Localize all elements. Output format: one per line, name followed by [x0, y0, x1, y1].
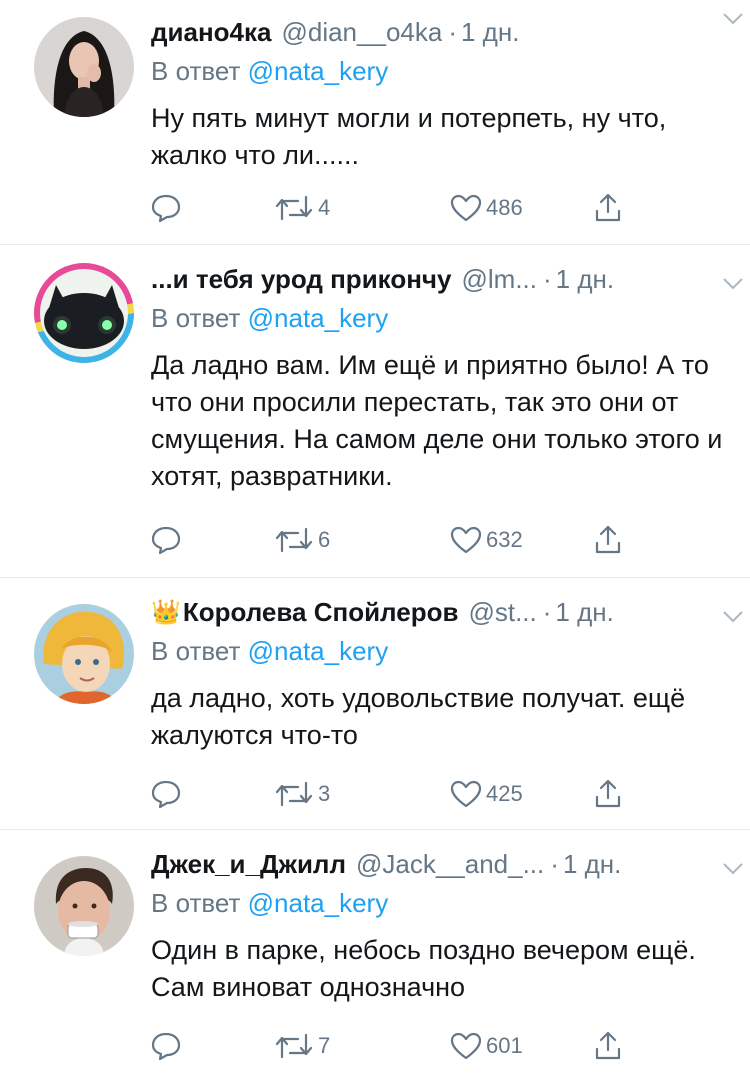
display-name[interactable]: ...и тебя урод прикончу [151, 264, 452, 295]
share-button[interactable] [592, 1026, 624, 1066]
tweet-header: 👑 Королева Спойлеров @st... · 1 дн. [151, 594, 728, 630]
tweet-body: Джек_и_Джилл @Jack__and_... · 1 дн. В от… [151, 846, 728, 1006]
retweet-button[interactable]: 4 [274, 188, 330, 228]
reply-button[interactable] [150, 774, 182, 814]
share-icon [595, 525, 621, 554]
reply-icon [151, 526, 181, 555]
like-count: 601 [486, 1033, 523, 1058]
username[interactable]: @Jack__and_... [356, 849, 544, 880]
share-button[interactable] [592, 520, 624, 560]
retweet-count: 7 [318, 1033, 331, 1058]
like-count: 486 [486, 195, 523, 220]
tweet-text: Один в парке, небось поздно вечером ещё.… [151, 935, 696, 1002]
share-icon [595, 779, 621, 808]
tweet-body: диано4ка @dian__o4ka · 1 дн. В ответ @na… [151, 14, 728, 174]
share-button[interactable] [592, 188, 624, 228]
heart-icon [450, 194, 482, 222]
username[interactable]: @st... [468, 597, 536, 628]
reply-icon [151, 780, 181, 809]
retweet-icon [275, 527, 313, 553]
reply-icon [151, 1032, 181, 1061]
timestamp[interactable]: 1 дн. [556, 264, 614, 295]
heart-icon [450, 526, 482, 554]
tweet-actions: 7 601 [150, 1026, 680, 1066]
separator-dot: · [448, 16, 457, 47]
reply-context: В ответ @nata_kery [151, 886, 728, 920]
like-count: 632 [486, 527, 523, 552]
reply-mention-link[interactable]: @nata_kery [248, 56, 389, 86]
retweet-icon [275, 781, 313, 807]
reply-context: В ответ @nata_kery [151, 301, 728, 335]
reply-prefix: В ответ [151, 56, 241, 86]
retweet-icon [275, 1033, 313, 1059]
timestamp[interactable]: 1 дн. [563, 849, 621, 880]
tweet-actions: 4 486 [150, 188, 680, 228]
tweet-header: диано4ка @dian__o4ka · 1 дн. [151, 14, 728, 50]
tweet-body: ...и тебя урод прикончу @lm... · 1 дн. В… [151, 261, 728, 495]
chevron-down-icon[interactable] [722, 12, 744, 31]
retweet-count: 6 [318, 527, 331, 552]
share-icon [595, 1031, 621, 1060]
display-name[interactable]: Королева Спойлеров [183, 597, 459, 628]
heart-icon [450, 780, 482, 808]
share-icon [595, 193, 621, 222]
reply-prefix: В ответ [151, 636, 241, 666]
timestamp[interactable]: 1 дн. [461, 17, 519, 48]
tweet-3[interactable]: 👑 Королева Спойлеров @st... · 1 дн. В от… [0, 578, 750, 830]
retweet-count: 3 [318, 781, 331, 806]
retweet-button[interactable]: 6 [274, 520, 330, 560]
tweet-header: Джек_и_Джилл @Jack__and_... · 1 дн. [151, 846, 728, 882]
like-button[interactable]: 425 [450, 774, 523, 814]
display-name[interactable]: диано4ка [151, 17, 271, 48]
reply-mention-link[interactable]: @nata_kery [248, 888, 389, 918]
avatar[interactable] [34, 604, 134, 704]
display-name[interactable]: Джек_и_Джилл [151, 849, 346, 880]
avatar[interactable] [34, 17, 134, 117]
crown-emoji: 👑 [151, 598, 181, 626]
avatar[interactable] [34, 263, 134, 363]
reply-prefix: В ответ [151, 888, 241, 918]
reply-button[interactable] [150, 1026, 182, 1066]
reply-context: В ответ @nata_kery [151, 634, 728, 668]
tweet-text: Ну пять минут могли и потерпеть, ну что,… [151, 103, 667, 170]
tweet-text: да ладно, хоть удовольствие получат. ещё… [151, 683, 686, 750]
like-count: 425 [486, 781, 523, 806]
separator-dot: · [542, 596, 552, 627]
reply-button[interactable] [150, 188, 182, 228]
chevron-down-icon[interactable] [722, 610, 744, 629]
like-button[interactable]: 601 [450, 1026, 523, 1066]
retweet-button[interactable]: 3 [274, 774, 330, 814]
tweet-text: Да ладно вам. Им ещё и приятно было! А т… [151, 350, 723, 491]
retweet-icon [275, 195, 313, 221]
tweet-header: ...и тебя урод прикончу @lm... · 1 дн. [151, 261, 728, 297]
retweet-button[interactable]: 7 [274, 1026, 330, 1066]
tweet-actions: 3 425 [150, 774, 680, 814]
tweet-1[interactable]: диано4ка @dian__o4ka · 1 дн. В ответ @na… [0, 0, 750, 245]
tweet-4[interactable]: Джек_и_Джилл @Jack__and_... · 1 дн. В от… [0, 830, 750, 1076]
tweet-body: 👑 Королева Спойлеров @st... · 1 дн. В от… [151, 594, 728, 754]
share-button[interactable] [592, 774, 624, 814]
username[interactable]: @lm... [462, 264, 538, 295]
like-button[interactable]: 632 [450, 520, 523, 560]
separator-dot: · [543, 263, 552, 294]
retweet-count: 4 [318, 195, 331, 220]
avatar[interactable] [34, 856, 134, 956]
separator-dot: · [550, 848, 559, 879]
chevron-down-icon[interactable] [722, 277, 744, 296]
heart-icon [450, 1032, 482, 1060]
username[interactable]: @dian__o4ka [281, 17, 442, 48]
tweet-2[interactable]: ...и тебя урод прикончу @lm... · 1 дн. В… [0, 245, 750, 578]
reply-icon [151, 194, 181, 223]
reply-context: В ответ @nata_kery [151, 54, 728, 88]
reply-mention-link[interactable]: @nata_kery [248, 303, 389, 333]
reply-mention-link[interactable]: @nata_kery [248, 636, 389, 666]
like-button[interactable]: 486 [450, 188, 523, 228]
reply-button[interactable] [150, 520, 182, 560]
reply-prefix: В ответ [151, 303, 241, 333]
chevron-down-icon[interactable] [722, 862, 744, 881]
tweet-actions: 6 632 [150, 520, 680, 560]
timestamp[interactable]: 1 дн. [555, 597, 613, 628]
